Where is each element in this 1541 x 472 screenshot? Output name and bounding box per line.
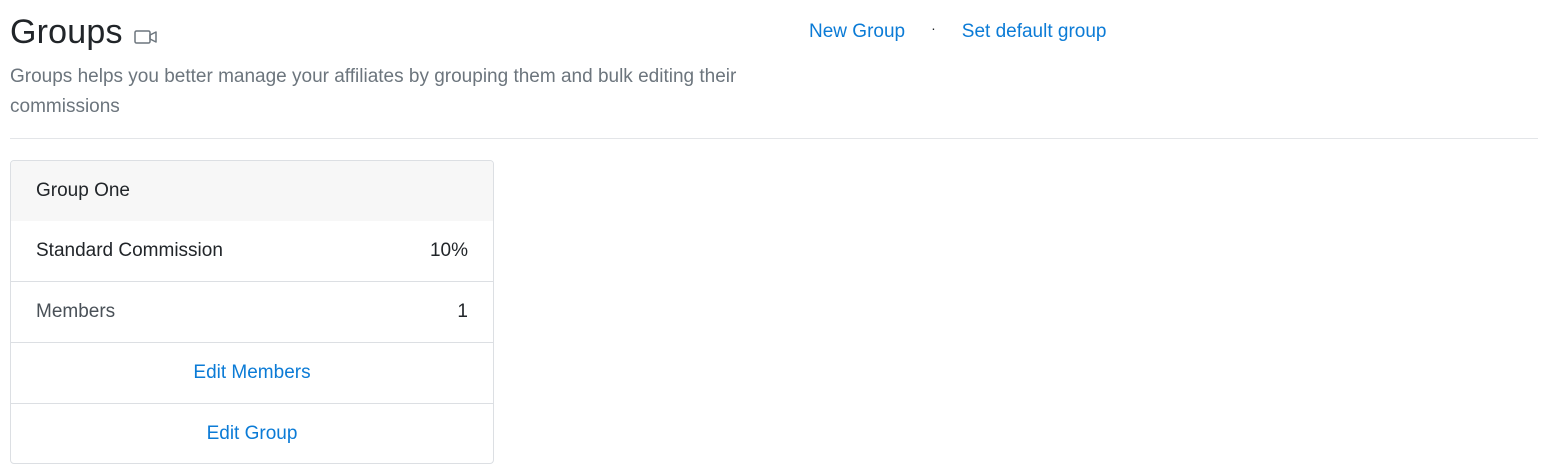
video-camera-icon[interactable] [133, 29, 158, 45]
new-group-link[interactable]: New Group [809, 17, 905, 47]
standard-commission-row: Standard Commission 10% [11, 221, 493, 281]
members-label: Members [36, 301, 116, 322]
edit-members-link[interactable]: Edit Members [193, 362, 310, 384]
page-subtitle: Groups helps you better manage your affi… [10, 66, 737, 117]
group-card-title: Group One [11, 161, 493, 221]
standard-commission-value: 10% [429, 240, 468, 261]
edit-group-link[interactable]: Edit Group [207, 423, 298, 445]
actions-separator: · [931, 20, 936, 36]
set-default-group-link[interactable]: Set default group [962, 17, 1107, 47]
members-count: 1 [457, 301, 468, 322]
title-row: Groups [10, 8, 750, 56]
page-header: Groups [10, 8, 750, 56]
page-title: Groups [10, 13, 123, 51]
header-actions: New Group · Set default group [809, 17, 1107, 47]
members-row: Members 1 [11, 281, 493, 342]
header-divider [10, 138, 1538, 139]
group-card: Group One Standard Commission 10% Member… [10, 160, 494, 464]
edit-group-row: Edit Group [11, 403, 493, 463]
edit-members-row: Edit Members [11, 342, 493, 403]
standard-commission-label: Standard Commission [36, 240, 223, 261]
